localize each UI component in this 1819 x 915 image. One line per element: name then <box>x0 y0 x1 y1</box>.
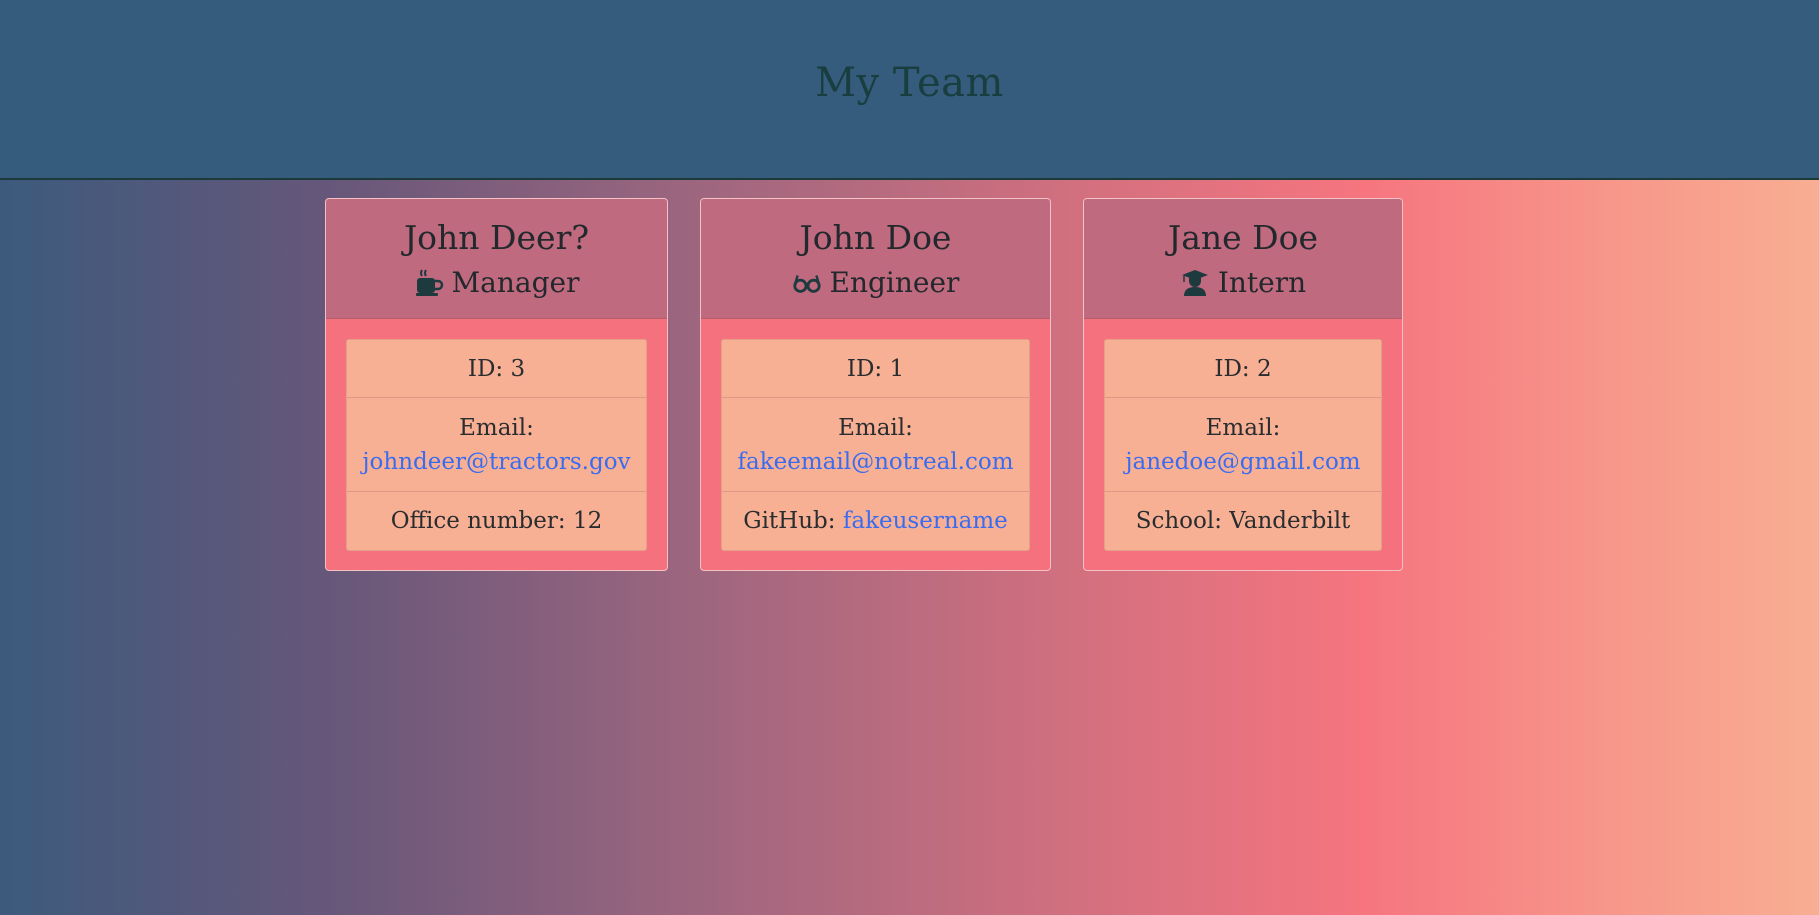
card-header: John Deer? Manager <box>326 199 667 319</box>
card-header: John Doe Engineer <box>701 199 1050 319</box>
page-title: My Team <box>815 60 1004 106</box>
glasses-icon <box>792 274 821 293</box>
info-list: ID: 2 Email: janedoe@gmail.com School: V… <box>1104 339 1382 551</box>
email-link[interactable]: janedoe@gmail.com <box>1125 445 1360 479</box>
employee-card-engineer: John Doe Engineer ID: 1 Email: fakeemail… <box>700 198 1051 571</box>
coffee-mug-icon <box>415 268 443 296</box>
page-header: My Team <box>0 0 1819 180</box>
employee-name: Jane Doe <box>1167 217 1319 257</box>
email-label: Email: <box>459 414 534 441</box>
email-link[interactable]: fakeemail@notreal.com <box>737 445 1013 479</box>
list-item-id: ID: 1 <box>722 340 1029 398</box>
employee-role: Manager <box>414 264 580 302</box>
github-label: GitHub: <box>743 508 843 534</box>
card-header: Jane Doe Intern <box>1084 199 1402 319</box>
employee-role: Engineer <box>792 264 960 302</box>
list-item-school: School: Vanderbilt <box>1135 508 1351 534</box>
list-item-email: Email: johndeer@tractors.gov <box>347 398 646 492</box>
info-list: ID: 1 Email: fakeemail@notreal.com GitHu… <box>721 339 1030 551</box>
info-list: ID: 3 Email: johndeer@tractors.gov Offic… <box>346 339 647 551</box>
list-item-id: ID: 3 <box>347 340 646 398</box>
employee-role: Intern <box>1180 264 1306 302</box>
email-label: Email: <box>1205 414 1281 441</box>
role-label: Engineer <box>829 265 960 299</box>
list-item-email: Email: janedoe@gmail.com <box>1105 398 1381 492</box>
role-label: Intern <box>1217 265 1307 299</box>
email-link[interactable]: johndeer@tractors.gov <box>362 445 630 479</box>
employee-card-manager: John Deer? Manager ID: 3 Email: johndeer… <box>325 198 668 571</box>
github-link[interactable]: fakeusername <box>843 508 1008 534</box>
role-label: Manager <box>451 265 580 299</box>
list-item-id: ID: 2 <box>1105 340 1381 398</box>
list-item-office-number: Office number: 12 <box>390 508 603 534</box>
employee-name: John Doe <box>799 217 952 257</box>
employee-card-intern: Jane Doe Intern ID: 2 Email: janedoe@gma… <box>1083 198 1403 571</box>
list-item-github: GitHub: fakeusername <box>722 492 1029 550</box>
email-label: Email: <box>838 414 913 441</box>
list-item-email: Email: fakeemail@notreal.com <box>722 398 1029 492</box>
employee-name: John Deer? <box>403 217 590 257</box>
graduate-icon <box>1181 269 1208 296</box>
